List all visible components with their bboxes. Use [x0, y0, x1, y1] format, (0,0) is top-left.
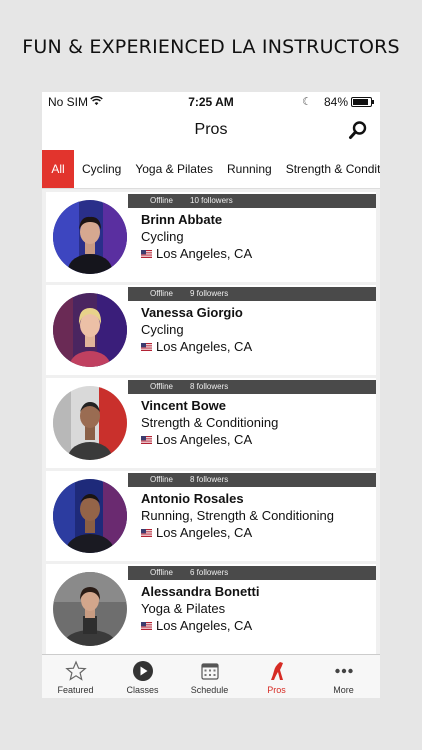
tab-pros[interactable]: Pros [243, 655, 310, 698]
us-flag-icon [141, 622, 152, 630]
instructor-card[interactable]: Offline 8 followers Antonio Rosales Runn… [46, 471, 376, 561]
tab-label: Featured [57, 685, 94, 695]
instructor-name: Vincent Bowe [141, 398, 227, 413]
instructor-specialty: Strength & Conditioning [141, 415, 279, 430]
follower-count: 9 followers [190, 289, 229, 298]
instructor-specialty: Cycling [141, 229, 184, 244]
follower-count: 10 followers [190, 196, 233, 205]
bottom-tab-bar: Featured Classes Schedule Pros More [42, 654, 380, 698]
us-flag-icon [141, 250, 152, 258]
play-icon [133, 661, 153, 681]
search-icon[interactable] [348, 120, 368, 140]
instructor-name: Brinn Abbate [141, 212, 223, 227]
location-text: Los Angeles, CA [156, 246, 253, 261]
avatar [53, 479, 127, 553]
us-flag-icon [141, 529, 152, 537]
avatar [53, 386, 127, 460]
page-title: Pros [194, 121, 228, 138]
instructor-name: Antonio Rosales [141, 491, 244, 506]
us-flag-icon [141, 436, 152, 444]
star-icon [65, 660, 87, 681]
us-flag-icon [141, 343, 152, 351]
online-status: Offline [150, 382, 173, 391]
status-strip: Offline 10 followers [128, 194, 376, 208]
location-text: Los Angeles, CA [156, 339, 253, 354]
location-text: Los Angeles, CA [156, 618, 253, 633]
instructor-specialty: Yoga & Pilates [141, 601, 226, 616]
tab-cycling[interactable]: Cycling [82, 150, 121, 188]
instructor-location: Los Angeles, CA [141, 246, 252, 261]
instructor-specialty: Cycling [141, 322, 184, 337]
status-strip: Offline 6 followers [128, 566, 376, 580]
avatar [53, 293, 127, 367]
moon-icon: ☾ [302, 96, 312, 108]
instructor-name: Alessandra Bonetti [141, 584, 260, 599]
instructor-location: Los Angeles, CA [141, 525, 252, 540]
tab-all[interactable]: All [42, 150, 74, 188]
location-text: Los Angeles, CA [156, 525, 253, 540]
tab-label: Pros [267, 685, 286, 695]
status-strip: Offline 8 followers [128, 380, 376, 394]
promo-headline: FUN & EXPERIENCED LA INSTRUCTORS [22, 36, 400, 58]
battery-icon [351, 97, 374, 107]
instructor-card[interactable]: Offline 10 followers Brinn Abbate Cyclin… [46, 192, 376, 282]
online-status: Offline [150, 196, 173, 205]
phone-screen: No SIM 7:25 AM ☾ 84% Pros All Cycling Yoga… [42, 92, 380, 698]
status-strip: Offline 8 followers [128, 473, 376, 487]
status-bar: No SIM 7:25 AM ☾ 84% [42, 92, 380, 112]
tab-label: Schedule [190, 685, 229, 695]
avatar [53, 572, 127, 646]
tab-strength-conditioning[interactable]: Strength & Conditioning [286, 150, 380, 188]
follower-count: 6 followers [190, 568, 229, 577]
instructor-location: Los Angeles, CA [141, 339, 252, 354]
follower-count: 8 followers [190, 382, 229, 391]
status-strip: Offline 9 followers [128, 287, 376, 301]
tab-label: Classes [126, 685, 159, 695]
instructor-card[interactable]: Offline 8 followers Vincent Bowe Strengt… [46, 378, 376, 468]
battery-percent: 84% [323, 95, 348, 109]
pros-icon [271, 662, 283, 680]
avatar [53, 200, 127, 274]
online-status: Offline [150, 475, 173, 484]
instructor-card[interactable]: Offline 6 followers Alessandra Bonetti Y… [46, 564, 376, 654]
tab-more[interactable]: More [310, 655, 377, 698]
instructor-card[interactable]: Offline 9 followers Vanessa Giorgio Cycl… [46, 285, 376, 375]
instructor-specialty: Running, Strength & Conditioning [141, 508, 334, 523]
follower-count: 8 followers [190, 475, 229, 484]
nav-bar: Pros [42, 112, 380, 150]
online-status: Offline [150, 289, 173, 298]
calendar-icon [201, 663, 219, 680]
more-icon [335, 668, 353, 674]
tab-schedule[interactable]: Schedule [176, 655, 243, 698]
location-text: Los Angeles, CA [156, 432, 253, 447]
instructor-location: Los Angeles, CA [141, 618, 252, 633]
tab-classes[interactable]: Classes [109, 655, 176, 698]
instructor-location: Los Angeles, CA [141, 432, 252, 447]
tab-yoga-pilates[interactable]: Yoga & Pilates [135, 150, 213, 188]
instructor-name: Vanessa Giorgio [141, 305, 243, 320]
online-status: Offline [150, 568, 173, 577]
category-tabs: All Cycling Yoga & Pilates Running Strength … [42, 150, 380, 189]
tab-label: More [333, 685, 354, 695]
tab-featured[interactable]: Featured [42, 655, 109, 698]
tab-running[interactable]: Running [227, 150, 272, 188]
